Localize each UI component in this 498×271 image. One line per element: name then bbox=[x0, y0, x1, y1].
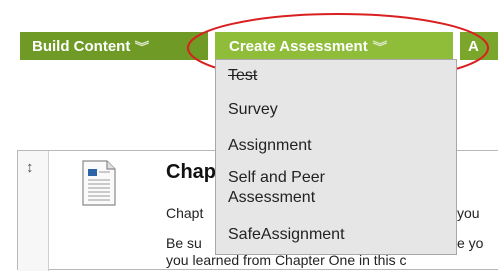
item-description: Chapt bbox=[166, 205, 204, 221]
build-content-button[interactable]: Build Content ︾ bbox=[20, 32, 208, 60]
item-body-line: Be su bbox=[166, 235, 202, 251]
next-menu-label: A bbox=[468, 37, 479, 55]
menu-item-test[interactable]: Test bbox=[228, 66, 257, 86]
double-chevron-down-icon: ︾ bbox=[135, 39, 150, 54]
next-menu-button[interactable]: A bbox=[460, 32, 498, 60]
item-description-tail: you bbox=[457, 205, 480, 221]
menu-item-assignment[interactable]: Assignment bbox=[228, 136, 312, 156]
create-assessment-button[interactable]: Create Assessment ︾ bbox=[215, 32, 453, 60]
create-assessment-menu: Test Survey Assignment Self and Peer Ass… bbox=[215, 59, 457, 255]
menu-item-self-peer-assessment[interactable]: Self and Peer Assessment bbox=[228, 168, 325, 208]
create-assessment-label: Create Assessment bbox=[229, 37, 368, 55]
drag-handle[interactable]: ↕ bbox=[18, 151, 49, 271]
item-body-line-tail: e yo bbox=[457, 235, 484, 251]
build-content-label: Build Content bbox=[32, 37, 131, 55]
vertical-resize-icon: ↕ bbox=[26, 159, 34, 176]
menu-item-survey[interactable]: Survey bbox=[228, 100, 278, 120]
item-title[interactable]: Chap bbox=[166, 161, 216, 184]
menu-item-safeassignment[interactable]: SafeAssignment bbox=[228, 225, 345, 245]
document-icon bbox=[82, 160, 116, 206]
double-chevron-down-icon: ︾ bbox=[372, 39, 387, 54]
